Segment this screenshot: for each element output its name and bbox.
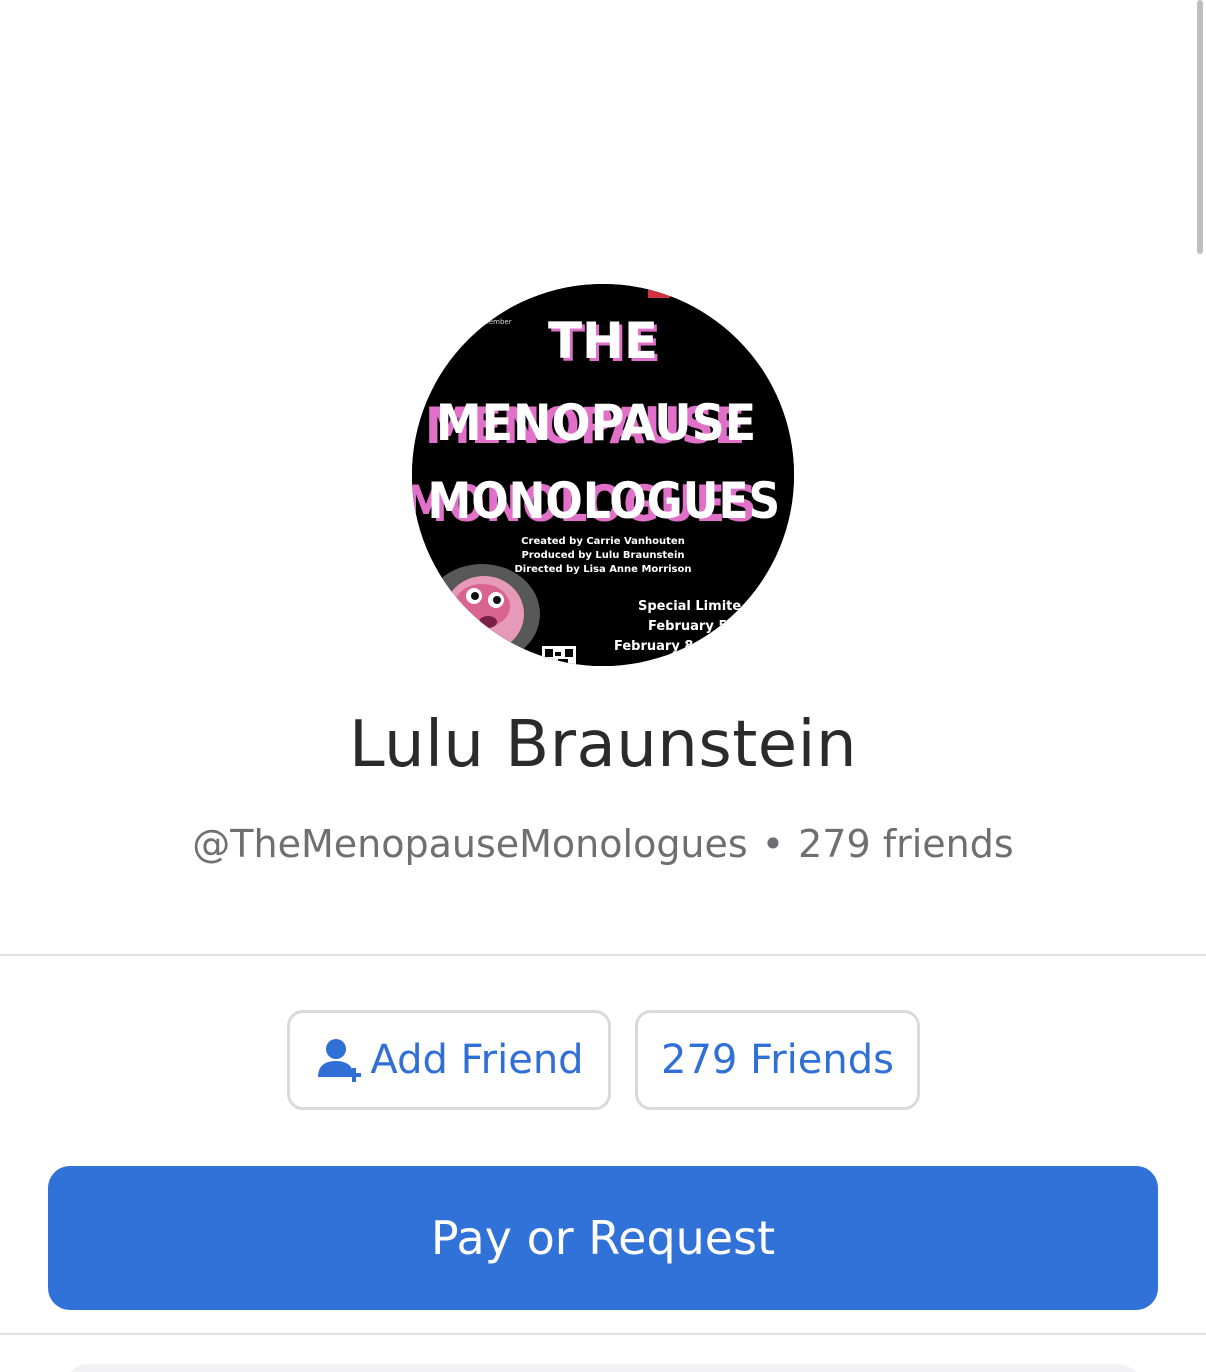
friends-button[interactable]: 279 Friends [635, 1010, 920, 1110]
add-friend-label: Add Friend [370, 1037, 584, 1083]
meta-separator: • [761, 822, 785, 866]
avatar-title-line-3: MONOLOGUES [427, 472, 780, 530]
avatar[interactable]: member THE THE MENOPAUSE MENOPAUSE MONOL… [412, 284, 794, 666]
section-divider-bottom [0, 1333, 1206, 1335]
avatar-creature-illustration [424, 564, 540, 664]
profile-name: Lulu Braunstein [349, 708, 857, 782]
pay-or-request-label: Pay or Request [430, 1211, 776, 1265]
profile-friends-count[interactable]: 279 friends [798, 822, 1014, 866]
profile-meta: @TheMenopauseMonologues • 279 friends [0, 822, 1206, 866]
avatar-credit-2: Produced by Lulu Braunstein [521, 550, 684, 561]
bottom-card [60, 1364, 1146, 1372]
section-divider-top [0, 954, 1206, 956]
profile-username: @TheMenopauseMonologues [192, 822, 748, 866]
add-friend-button[interactable]: Add Friend [287, 1010, 611, 1110]
friends-button-label: 279 Friends [661, 1037, 894, 1083]
scrollbar[interactable] [1197, 0, 1203, 254]
avatar-title-line-2: MENOPAUSE [436, 394, 756, 452]
avatar-event-1: Special Limite [638, 599, 741, 614]
avatar-event-2: February 5 [648, 619, 727, 634]
avatar-credit-1: Created by Carrie Vanhouten [521, 536, 685, 547]
pay-or-request-button[interactable]: Pay or Request [48, 1166, 1158, 1310]
avatar-title-line-1: THE [548, 312, 658, 370]
profile-page: member THE THE MENOPAUSE MENOPAUSE MONOL… [0, 0, 1206, 1372]
avatar-image: member THE THE MENOPAUSE MENOPAUSE MONOL… [412, 284, 794, 666]
avatar-qr-code [542, 646, 576, 666]
avatar-credit-3: Directed by Lisa Anne Morrison [514, 564, 691, 575]
avatar-member-tag: member [482, 318, 512, 326]
add-person-icon [318, 1039, 362, 1082]
avatar-event-3: February 8 [614, 639, 693, 654]
